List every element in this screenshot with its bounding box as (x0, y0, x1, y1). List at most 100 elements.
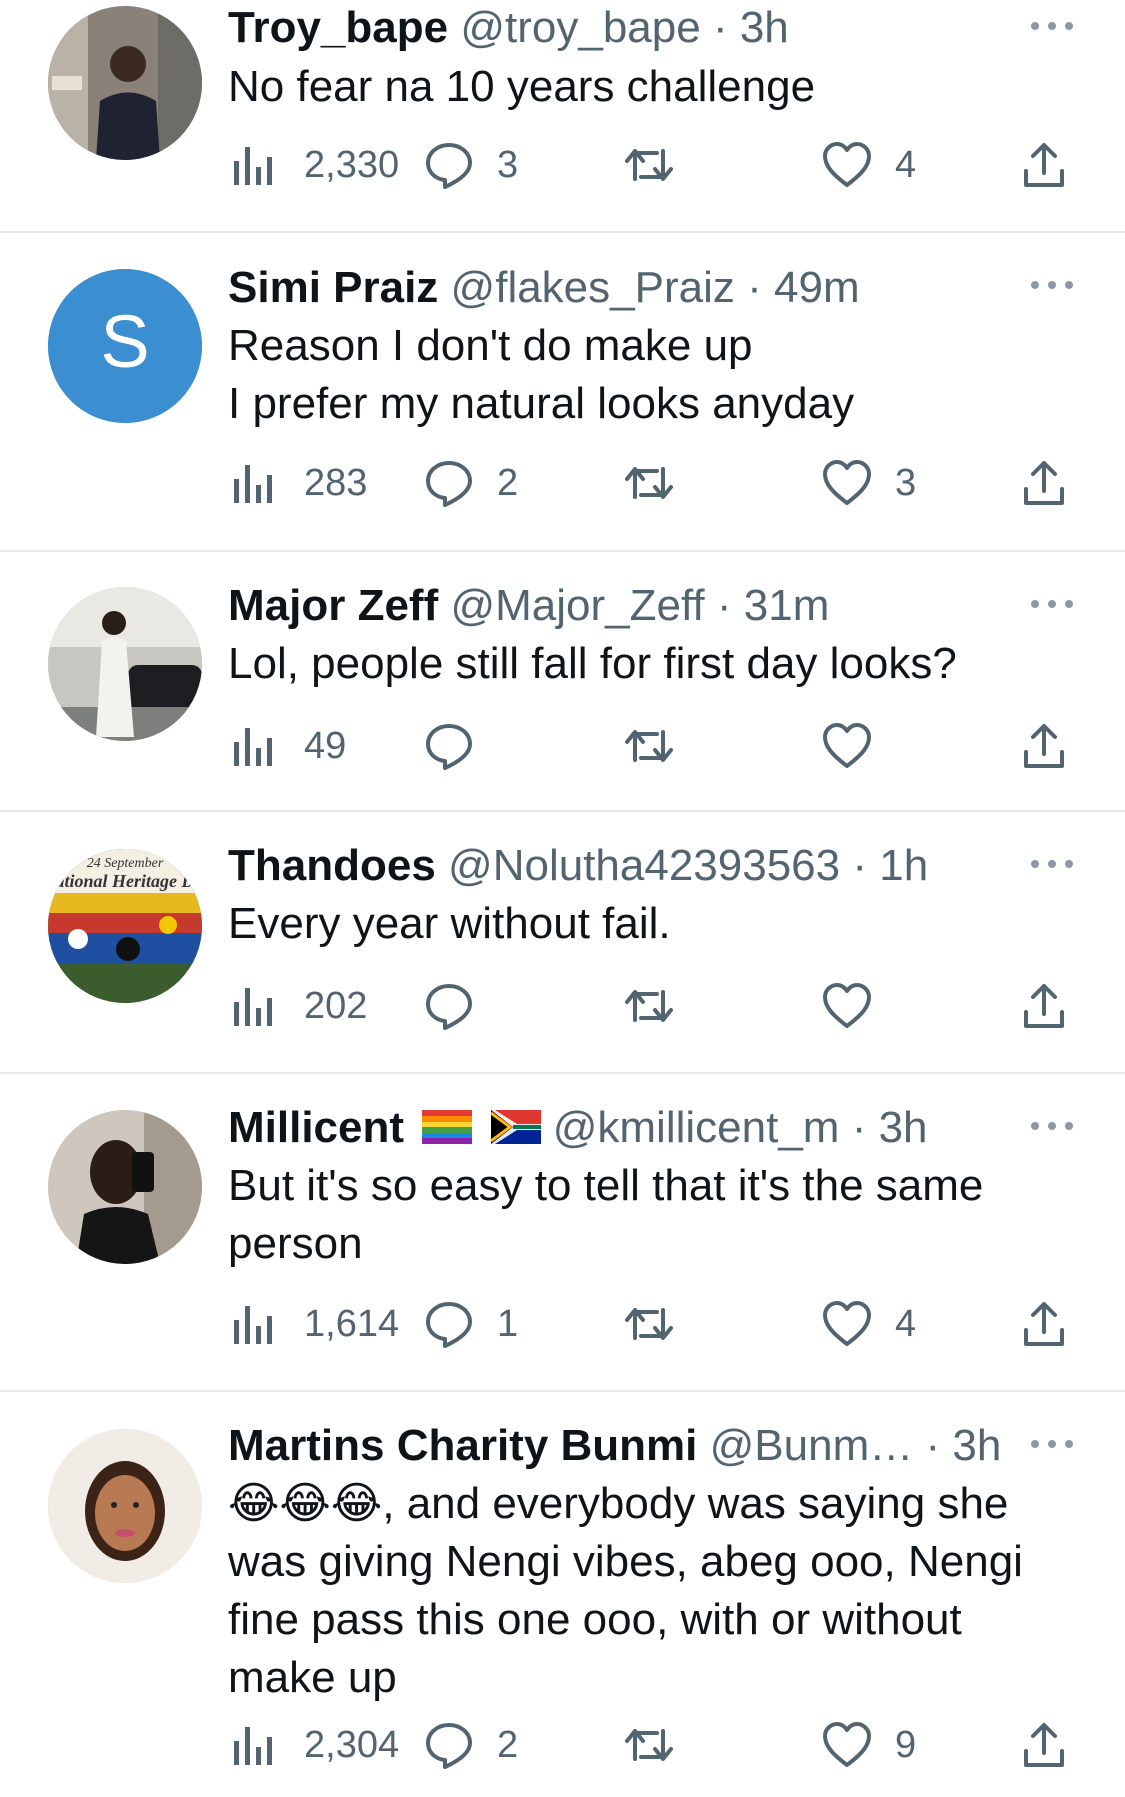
tweet-header: Martins Charity Bunmi @Bunm… · 3h (228, 1418, 1065, 1478)
retweet-button[interactable] (623, 1715, 699, 1775)
separator: · (716, 581, 732, 630)
heart-icon (823, 1301, 871, 1346)
like-count: 4 (895, 143, 917, 186)
share-icon (1024, 1302, 1064, 1346)
reply-button[interactable]: 2 (423, 453, 518, 513)
avatar[interactable] (48, 587, 202, 741)
user-handle[interactable]: @flakes_Praiz (451, 263, 735, 312)
timestamp[interactable]: 3h (740, 3, 789, 52)
avatar[interactable]: S (48, 269, 202, 423)
display-name[interactable]: Martins Charity Bunmi (228, 1421, 697, 1470)
timestamp[interactable]: 3h (952, 1421, 1001, 1470)
avatar-heritage: 24 September ational Heritage D (48, 849, 202, 1003)
retweet-button[interactable] (623, 716, 699, 776)
more-options-icon[interactable] (1027, 16, 1077, 36)
share-icon (1024, 143, 1064, 187)
display-name[interactable]: Simi Praiz (228, 263, 438, 312)
views-button[interactable]: 202 (228, 976, 367, 1036)
user-handle[interactable]: @Bunm… (710, 1421, 914, 1470)
like-button[interactable]: 4 (821, 1294, 916, 1354)
timestamp[interactable]: 3h (879, 1103, 928, 1152)
display-name[interactable]: Millicent (228, 1103, 404, 1152)
tweet-text: Reason I don't do make up I prefer my na… (228, 321, 855, 428)
tweet-text: But it's so easy to tell that it's the s… (228, 1161, 984, 1268)
views-button[interactable]: 2,304 (228, 1715, 399, 1775)
avatar[interactable] (48, 1110, 202, 1264)
like-button[interactable]: 3 (821, 453, 916, 513)
avatar[interactable] (48, 1429, 202, 1583)
tweet-header: Simi Praiz @flakes_Praiz · 49m (228, 260, 1065, 320)
retweet-icon (625, 149, 673, 181)
timestamp[interactable]: 49m (774, 263, 860, 312)
avatar-photo (48, 6, 202, 160)
tweet-header: Major Zeff @Major_Zeff · 31m (228, 578, 1065, 638)
share-icon (1024, 461, 1064, 505)
reply-count: 2 (497, 1723, 519, 1766)
user-handle[interactable]: @Major_Zeff (450, 581, 704, 630)
reply-button[interactable]: 1 (423, 1294, 518, 1354)
more-options-icon[interactable] (1027, 594, 1077, 614)
retweet-button[interactable] (623, 135, 699, 195)
reply-count: 1 (497, 1302, 519, 1345)
display-name[interactable]: Major Zeff (228, 581, 438, 630)
reply-button[interactable]: 3 (423, 135, 518, 195)
views-button[interactable]: 2,330 (228, 135, 399, 195)
share-button[interactable] (1018, 976, 1070, 1036)
retweet-button[interactable] (623, 453, 699, 513)
like-button[interactable] (821, 716, 895, 776)
like-button[interactable] (821, 976, 895, 1036)
heart-icon (823, 1722, 871, 1767)
share-button[interactable] (1018, 716, 1070, 776)
share-button[interactable] (1018, 1715, 1070, 1775)
share-icon (1024, 1723, 1064, 1767)
display-name[interactable]: Thandoes (228, 841, 436, 890)
retweet-button[interactable] (623, 1294, 699, 1354)
user-handle[interactable]: @troy_bape (460, 3, 700, 52)
views-button[interactable]: 1,614 (228, 1294, 399, 1354)
timestamp[interactable]: 31m (744, 581, 830, 630)
analytics-icon (234, 988, 272, 1026)
user-handle[interactable]: @Nolutha42393563 (448, 841, 840, 890)
reply-icon (426, 143, 472, 189)
reply-count: 2 (497, 461, 519, 504)
tweet[interactable]: Martins Charity Bunmi @Bunm… · 3h 😂😂😂, a… (0, 1392, 1125, 1797)
display-name[interactable]: Troy_bape (228, 3, 448, 52)
tweet[interactable]: S Simi Praiz @flakes_Praiz · 49m Reason … (0, 233, 1125, 551)
share-button[interactable] (1018, 1294, 1070, 1354)
more-options-icon[interactable] (1027, 275, 1077, 295)
more-options-icon[interactable] (1027, 1434, 1077, 1454)
retweet-icon (625, 467, 673, 499)
avatar-letter: S (100, 300, 149, 383)
timestamp[interactable]: 1h (879, 841, 928, 890)
retweet-button[interactable] (623, 976, 699, 1036)
like-count: 4 (895, 1302, 917, 1345)
avatar-photo (48, 1429, 202, 1583)
reply-button[interactable] (423, 976, 497, 1036)
heart-icon (823, 460, 871, 505)
south-africa-flag-icon (489, 1102, 541, 1158)
share-icon (1024, 984, 1064, 1028)
like-button[interactable]: 9 (821, 1715, 916, 1775)
tweet-header: Thandoes @Nolutha42393563 · 1h (228, 838, 1065, 898)
user-handle[interactable]: @kmillicent_m (553, 1103, 840, 1152)
action-bar: 202 (228, 976, 1078, 1036)
share-button[interactable] (1018, 453, 1070, 513)
more-options-icon[interactable] (1027, 854, 1077, 874)
share-button[interactable] (1018, 135, 1070, 195)
avatar[interactable]: 24 September ational Heritage D (48, 849, 202, 1003)
tweet[interactable]: Millicent @kmillicent_m · 3h But it's so… (0, 1074, 1125, 1392)
analytics-icon (234, 1727, 272, 1765)
avatar-photo (48, 587, 202, 741)
like-count: 3 (895, 461, 917, 504)
more-options-icon[interactable] (1027, 1116, 1077, 1136)
tweet[interactable]: Major Zeff @Major_Zeff · 31m Lol, people… (0, 552, 1125, 810)
reply-button[interactable]: 2 (423, 1715, 518, 1775)
laughing-emoji: 😂😂😂 (228, 1479, 383, 1528)
views-button[interactable]: 49 (228, 716, 346, 776)
avatar[interactable] (48, 6, 202, 160)
reply-button[interactable] (423, 716, 497, 776)
tweet[interactable]: 24 September ational Heritage D Thandoes… (0, 812, 1125, 1072)
views-button[interactable]: 283 (228, 453, 367, 513)
like-button[interactable]: 4 (821, 135, 916, 195)
tweet[interactable]: Troy_bape @troy_bape · 3h No fear na 10 … (0, 0, 1125, 232)
